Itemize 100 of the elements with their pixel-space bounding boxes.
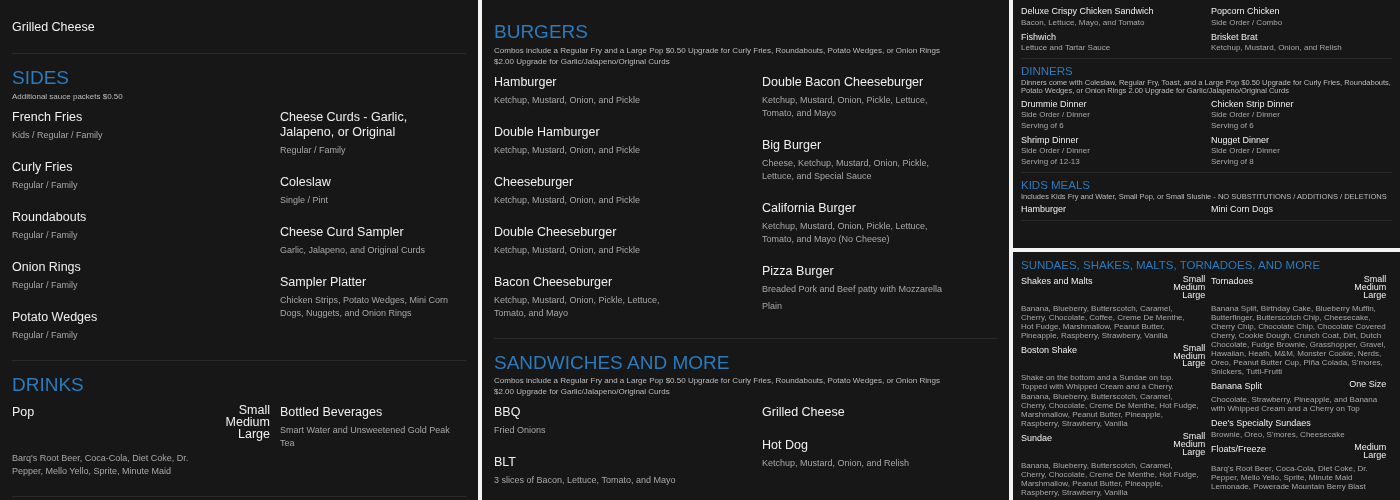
item-name: BLT <box>494 455 516 471</box>
item-name: Dee's Specialty Sundaes <box>1211 418 1311 429</box>
item-name: Shrimp Dinner <box>1021 134 1079 145</box>
item-description: Ketchup, Mustard, Onion, and Pickle <box>494 193 642 207</box>
item-name: Hamburger <box>494 74 557 90</box>
item-name: Double Hamburger <box>494 124 600 140</box>
item-name: Bacon Cheeseburger <box>494 274 613 290</box>
item-name: BBQ <box>494 405 521 421</box>
section-note: Combos include a Regular Fry and a Large Pop $0.50 Upgrade for Curly Fries, Roundabouts, Potato Wedges, or Onion Rings <box>494 375 941 387</box>
item-description: 3 slices of Bacon, Lettuce, Tomato, and Mayo <box>494 474 677 488</box>
item-name: Tornadoes <box>1211 275 1254 286</box>
item-name: Double Bacon Cheeseburger <box>762 74 924 90</box>
item-description: Side Order / Dinner <box>1021 110 1091 120</box>
item-name: Banana Split <box>1211 380 1263 391</box>
item-name: Boston Shake <box>1021 344 1078 355</box>
item-name: Sampler Platter <box>280 274 367 290</box>
size-label: Large <box>238 428 270 441</box>
section-title: SUNDAES, SHAKES, MALTS, TORNADOES, AND MORE <box>1021 258 1322 273</box>
item-name: Curly Fries <box>12 159 73 175</box>
item-description: Single / Pint <box>280 193 330 207</box>
size-label: Small <box>1182 433 1206 441</box>
item-name: Shakes and Malts <box>1021 275 1093 286</box>
section-note: Combos include a Regular Fry and a Large Pop $0.50 Upgrade for Curly Fries, Roundabouts, Potato Wedges, or Onion Rings <box>494 44 941 56</box>
item-name: Grilled Cheese <box>12 20 95 35</box>
item-description: Banana, Blueberry, Butterscotch, Caramel, Cherry, Chocolate, Creme De Menthe, Hot Fudge, Marshmallow, Peanut Butter, Pineapple, Raspberry, Strawberry, Vanilla <box>1021 461 1199 498</box>
section-note: Additional sauce packets $0.50 <box>12 90 124 102</box>
item-name: Double Cheeseburger <box>494 224 617 240</box>
item-name: Cheese Curd Sampler <box>280 224 404 240</box>
item-name: Pizza Burger <box>762 263 834 279</box>
item-description: Serving of 8 <box>1211 156 1255 166</box>
item-name: Hamburger <box>1021 204 1067 215</box>
item-description: Breaded Pork and Beef patty with Mozzarella <box>762 282 944 296</box>
size-label: Small <box>1182 275 1206 284</box>
item-name: Coleslaw <box>280 174 331 190</box>
size-label: Small <box>238 405 270 418</box>
size-label: Large <box>1363 451 1387 460</box>
item-name: California Burger <box>762 200 856 216</box>
size-label: Large <box>1363 291 1387 300</box>
item-description: Smart Water and Unsweetened Gold Peak Tea <box>280 424 451 451</box>
size-label: Large <box>1182 360 1206 369</box>
section-title: BURGERS <box>494 20 589 44</box>
item-name: Nugget Dinner <box>1211 134 1270 145</box>
item-description: Serving of 12-13 <box>1021 156 1081 166</box>
item-name: Onion Rings <box>12 259 81 275</box>
item-description: Side Order / Dinner <box>1211 146 1281 156</box>
item-description: Regular / Family <box>12 328 79 342</box>
item-description: Barq's Root Beer, Coca-Cola, Diet Coke, Dr. Pepper, Mello Yello, Sprite, Minute Maid <box>12 452 190 479</box>
item-description: Ketchup, Mustard, Onion, and Pickle <box>494 93 642 107</box>
item-description: Regular / Family <box>12 178 79 192</box>
item-name: French Fries <box>12 109 83 125</box>
item-name: Bottled Beverages <box>280 405 383 421</box>
item-description: Serving of 6 <box>1211 120 1255 130</box>
item-description: Serving of 6 <box>1021 120 1065 130</box>
item-description: Ketchup, Mustard, Onion, and Pickle <box>494 143 642 157</box>
item-description: Ketchup, Mustard, Onion, Pickle, Lettuce, Tomato, and Mayo (No Cheese) <box>762 219 929 246</box>
item-description: Fried Onions <box>494 424 547 438</box>
item-description: Chicken Strips, Potato Wedges, Mini Corn Dogs, Nuggets, and Onion Rings <box>280 293 449 320</box>
item-description: Ketchup, Mustard, Onion, Pickle, Lettuce, Tomato, and Mayo <box>494 293 661 320</box>
item-name: Big Burger <box>762 137 822 153</box>
size-label: Medium <box>225 417 270 429</box>
item-name: Cheeseburger <box>494 174 574 190</box>
item-description: Ketchup, Mustard, Onion, Pickle, Lettuce, Tomato, and Mayo <box>762 93 929 120</box>
item-description: Banana Split, Birthday Cake, Blueberry Muffin, Butterfinger, Butterscotch Chip, Cheesecake, Cherry Chip, Chocolate Chip, Chocolate Covered Cherry, Cookie Dough, Crunch Coat, Dirt, Dutch Chocolate, Fudge Brownie, Grasshopper, Gravel, Hawaiian, Heath, M&M, Monster Cookie, Nerds, Oreo, Peanut Butter Cup, Piña Colada, S'mores, Snickers, Tutti-Frutti <box>1211 303 1387 376</box>
item-name: Popcorn Chicken <box>1211 6 1280 16</box>
item-description: Chocolate, Strawberry, Pineapple, and Banana with Whipped Cream and a Cherry on Top <box>1211 395 1379 414</box>
section-title: SANDWICHES AND MORE <box>494 350 731 375</box>
item-description: Lettuce and Tartar Sauce <box>1021 43 1112 52</box>
item-name: Potato Wedges <box>12 309 98 325</box>
item-name: Grilled Cheese <box>762 405 845 421</box>
item-name: Hot Dog <box>762 438 808 454</box>
item-description: Regular / Family <box>280 143 347 157</box>
item-description: Regular / Family <box>12 278 79 292</box>
size-label: Large <box>1182 448 1206 457</box>
size-label: Large <box>1182 291 1206 300</box>
size-label: Medium <box>1354 283 1387 292</box>
item-description: Kids / Regular / Family <box>12 128 104 142</box>
size-label: Small <box>1182 344 1206 353</box>
item-description: Side Order / Combo <box>1211 17 1284 27</box>
item-description: Ketchup, Mustard, Onion, and Pickle <box>494 243 642 257</box>
size-label: Small <box>1363 275 1387 284</box>
section-note: $2.00 Upgrade for Garlic/Jalapeno/Original Curds <box>494 386 671 398</box>
item-description: Cheese, Ketchup, Mustard, Onion, Pickle, Lettuce, and Special Sauce <box>762 156 931 183</box>
item-name: Fishwich <box>1021 31 1056 42</box>
item-description: Side Order / Dinner <box>1021 146 1091 156</box>
item-description: Ketchup, Mustard, Onion, and Relish <box>762 457 911 471</box>
section-title: DRINKS <box>12 372 85 397</box>
item-description: Garlic, Jalapeno, and Original Curds <box>280 243 427 257</box>
item-description: Banana, Blueberry, Butterscotch, Caramel, Cherry, Chocolate, Coffee, Creme De Menthe, Hot Fudge, Marshmallow, Peanut Butter, Pineapple, Raspberry, Strawberry, Vanilla <box>1021 303 1186 340</box>
item-name: Chicken Strip Dinner <box>1211 98 1294 109</box>
item-name: Pop <box>12 405 35 421</box>
item-description: Side Order / Dinner <box>1211 110 1281 120</box>
item-name: Sundae <box>1021 433 1053 444</box>
item-description: Banana, Blueberry, Butterscotch, Caramel, Cherry, Chocolate, Creme De Menthe, Hot Fudge, Marshmallow, Peanut Butter, Pineapple, Raspberry, Strawberry, Vanilla <box>1021 392 1199 429</box>
section-note: $2.00 Upgrade for Garlic/Jalapeno/Original Curds <box>494 55 671 67</box>
item-description: Ketchup, Mustard, Onion, and Relish <box>1211 43 1343 52</box>
item-name: Deluxe Crispy Chicken Sandwich <box>1021 6 1154 16</box>
item-description: Bacon, Lettuce, Mayo, and Tomato <box>1021 17 1146 27</box>
item-description: Plain <box>762 299 783 313</box>
item-name: Cheese Curds - Garlic, Jalapeno, or Original <box>280 109 409 140</box>
section-title: SIDES <box>12 66 71 90</box>
